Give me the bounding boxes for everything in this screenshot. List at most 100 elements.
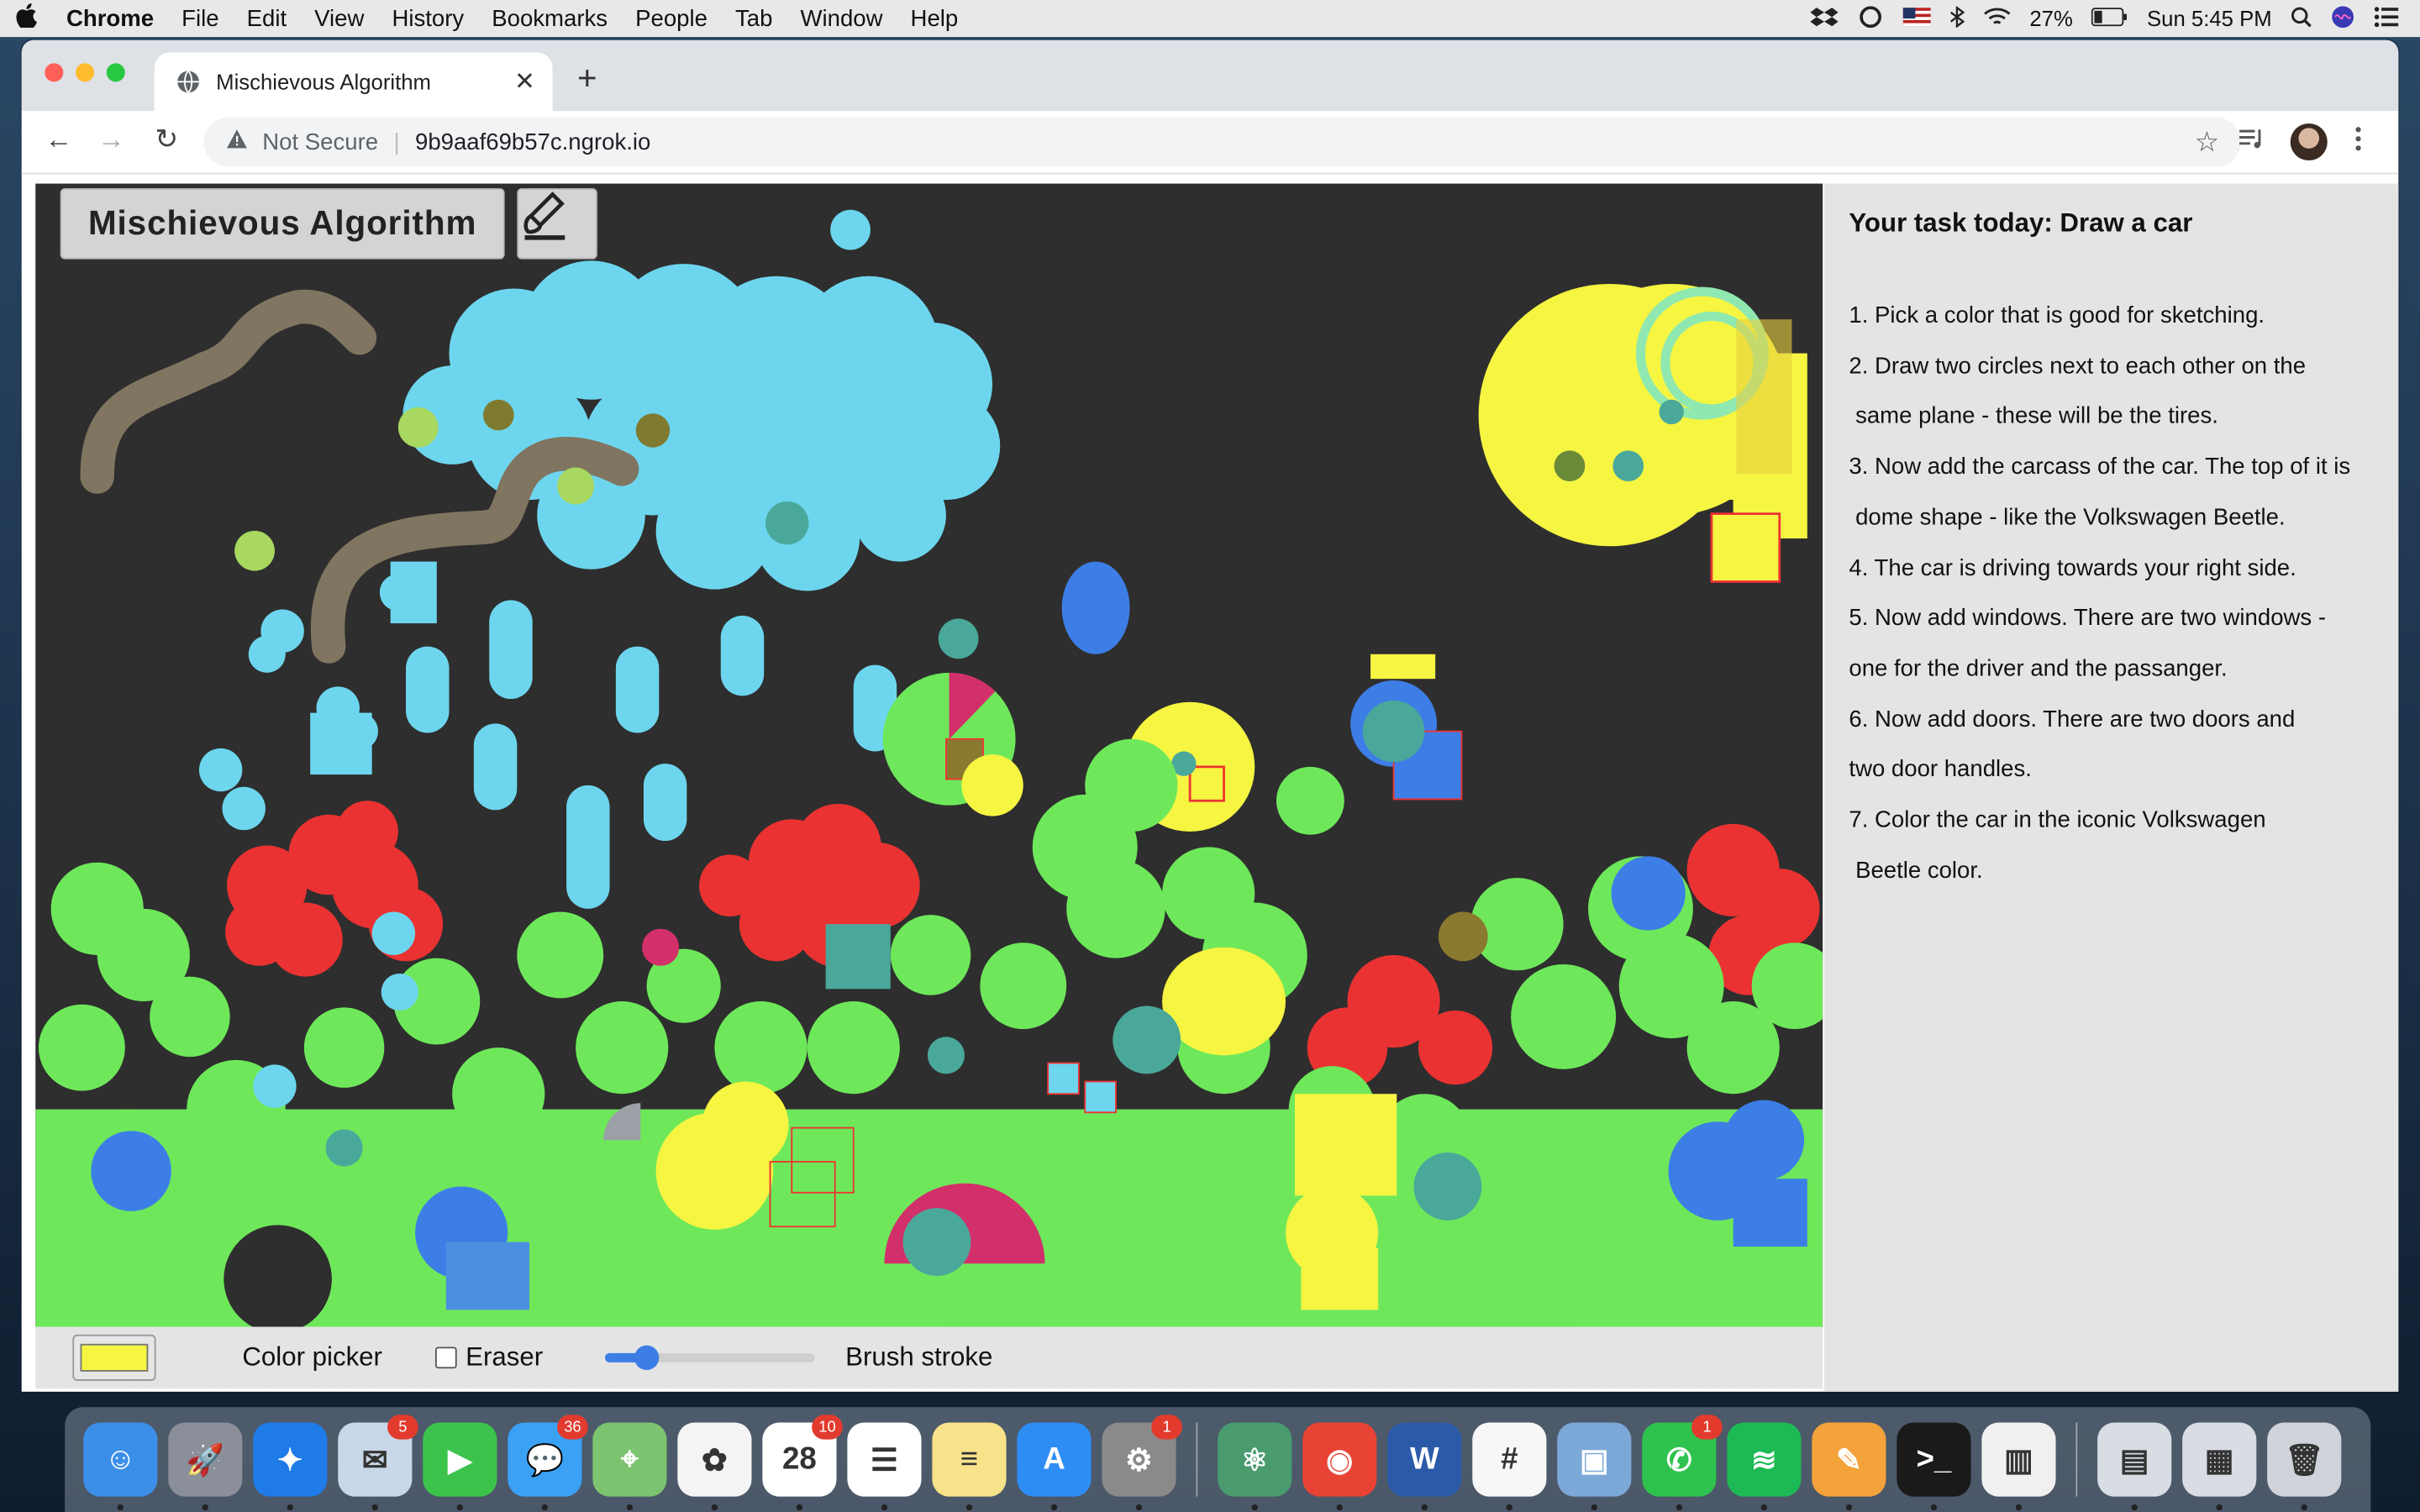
- mail-icon[interactable]: ✉ 5: [338, 1415, 418, 1511]
- siri-icon[interactable]: [2330, 4, 2354, 34]
- brush-tool-button[interactable]: [517, 188, 597, 260]
- wifi-icon[interactable]: [1983, 5, 2011, 31]
- dropbox-icon[interactable]: [1810, 5, 1839, 31]
- notification-badge: 1: [1151, 1415, 1182, 1440]
- running-indicator: [2216, 1504, 2223, 1511]
- menu-help[interactable]: Help: [897, 5, 972, 31]
- forward-arrow-icon[interactable]: →: [92, 123, 129, 156]
- more-menu-icon[interactable]: [2355, 127, 2361, 160]
- numbers-icon[interactable]: ▥: [1981, 1422, 2056, 1511]
- task-step: same plane - these will be the tires.: [1849, 403, 2218, 430]
- notification-badge: 1: [1691, 1415, 1723, 1440]
- creative-cloud-icon[interactable]: [1857, 5, 1885, 31]
- whatsapp-glyph: ✆: [1665, 1443, 1692, 1478]
- apple-menu-icon[interactable]: [0, 3, 52, 35]
- calendar-icon[interactable]: 28 10: [762, 1415, 843, 1511]
- preview-icon[interactable]: ▣: [1557, 1422, 1632, 1511]
- slack-glyph: #: [1501, 1441, 1518, 1476]
- bookmark-star-icon[interactable]: ☆: [2195, 126, 2220, 159]
- task-step: Beetle color.: [1849, 857, 1983, 884]
- system-preferences-icon[interactable]: ⚙ 1: [1102, 1415, 1182, 1511]
- menubar-clock[interactable]: Sun 5:45 PM: [2147, 6, 2272, 30]
- media-queue-icon[interactable]: [2238, 127, 2265, 160]
- close-tab-icon[interactable]: ✕: [509, 66, 540, 97]
- documents-folder-glyph: ▤: [2119, 1443, 2149, 1478]
- running-indicator: [1676, 1504, 1683, 1511]
- preview-glyph: ▣: [1579, 1443, 1609, 1478]
- running-indicator: [1930, 1504, 1938, 1511]
- messages-icon[interactable]: 💬 36: [508, 1415, 588, 1511]
- window-minimize-button[interactable]: [76, 63, 95, 82]
- new-tab-icon[interactable]: +: [577, 59, 597, 99]
- eraser-toggle[interactable]: Eraser: [434, 1342, 543, 1373]
- not-secure-label[interactable]: Not Secure: [262, 129, 378, 155]
- facetime-icon[interactable]: ▶: [423, 1422, 497, 1511]
- bluetooth-icon[interactable]: [1949, 4, 1965, 31]
- finder-icon[interactable]: ☺: [83, 1422, 158, 1511]
- menu-file[interactable]: File: [168, 5, 233, 31]
- menu-app-name[interactable]: Chrome: [52, 5, 167, 31]
- tab-title: Mischievous Algorithm: [216, 69, 431, 95]
- address-bar[interactable]: Not Secure | 9b9aaf69b57c.ngrok.io ☆: [203, 117, 2241, 167]
- launchpad-icon[interactable]: 🚀: [168, 1422, 243, 1511]
- slider-knob[interactable]: [634, 1345, 660, 1371]
- reminders-icon[interactable]: ☰: [847, 1422, 922, 1511]
- macos-menu-bar: Chrome File Edit View History Bookmarks …: [0, 0, 2420, 38]
- atom-icon[interactable]: ⚛: [1218, 1422, 1292, 1511]
- url-text[interactable]: 9b9aaf69b57c.ngrok.io: [415, 129, 650, 155]
- documents-folder-icon[interactable]: ▤: [2097, 1422, 2172, 1511]
- color-picker-label: Color picker: [242, 1341, 382, 1372]
- chrome-icon[interactable]: ◉: [1302, 1422, 1377, 1511]
- macos-dock: ☺ 🚀 ✦ ✉ 5 ▶ 💬 36 ⌖ ✿ 28 10 ☰ ≡ A ⚙ 1 ⚛ ◉ W # ▣ ✆ 1 ≋ ✎ >_ ▥ ▤ ▦ 🗑: [65, 1407, 2371, 1512]
- reminders-glyph: ☰: [870, 1443, 898, 1478]
- task-step: one for the driver and the passanger.: [1849, 655, 2228, 682]
- calendar-glyph: 28: [781, 1441, 817, 1476]
- menu-bookmarks[interactable]: Bookmarks: [478, 5, 622, 31]
- profile-avatar[interactable]: [2290, 123, 2328, 161]
- eraser-checkbox[interactable]: [434, 1347, 457, 1369]
- maps-icon[interactable]: ⌖: [592, 1422, 667, 1511]
- finder-glyph: ☺: [104, 1441, 137, 1476]
- word-icon[interactable]: W: [1387, 1422, 1462, 1511]
- photos-icon[interactable]: ✿: [677, 1422, 752, 1511]
- color-picker-swatch[interactable]: [72, 1334, 156, 1381]
- menu-people[interactable]: People: [622, 5, 722, 31]
- battery-percentage[interactable]: 27%: [2029, 6, 2072, 30]
- tab-mischievous-algorithm[interactable]: Mischievous Algorithm ✕: [154, 52, 553, 112]
- safari-icon[interactable]: ✦: [253, 1422, 328, 1511]
- spotlight-search-icon[interactable]: [2291, 5, 2312, 31]
- trash-icon[interactable]: 🗑: [2267, 1422, 2342, 1511]
- terminal-icon[interactable]: >_: [1897, 1422, 1971, 1511]
- menu-history[interactable]: History: [378, 5, 478, 31]
- atom-glyph: ⚛: [1240, 1443, 1269, 1478]
- menu-tab[interactable]: Tab: [721, 5, 786, 31]
- window-close-button[interactable]: [45, 63, 64, 82]
- drawing-canvas[interactable]: Mischievous Algorithm: [35, 183, 1823, 1327]
- dock-separator: [1196, 1422, 1198, 1497]
- canvas-drawing: [35, 209, 1823, 1327]
- notes-icon[interactable]: ≡: [932, 1422, 1007, 1511]
- notification-center-icon[interactable]: [2374, 5, 2399, 31]
- reload-icon[interactable]: ↻: [148, 123, 185, 156]
- spotify-glyph: ≋: [1750, 1443, 1777, 1478]
- app-logo: Mischievous Algorithm: [60, 188, 505, 260]
- whatsapp-icon[interactable]: ✆ 1: [1642, 1415, 1723, 1511]
- menu-window[interactable]: Window: [786, 5, 897, 31]
- menu-edit[interactable]: Edit: [233, 5, 301, 31]
- photos-glyph: ✿: [701, 1443, 728, 1478]
- spotify-icon[interactable]: ≋: [1727, 1422, 1802, 1511]
- brush-size-slider[interactable]: [604, 1345, 815, 1371]
- back-arrow-icon[interactable]: ←: [40, 123, 77, 156]
- tab-strip: Mischievous Algorithm ✕ +: [21, 39, 2399, 112]
- input-source-flag-icon[interactable]: [1902, 6, 1931, 30]
- browser-toolbar: ← → ↻ Not Secure | 9b9aaf69b57c.ngrok.io…: [21, 111, 2399, 175]
- pages-icon[interactable]: ✎: [1812, 1422, 1886, 1511]
- battery-icon[interactable]: [2091, 6, 2128, 30]
- running-indicator: [1050, 1504, 1058, 1511]
- menu-view[interactable]: View: [301, 5, 378, 31]
- running-indicator: [1845, 1504, 1853, 1511]
- slack-icon[interactable]: #: [1472, 1422, 1547, 1511]
- app-store-icon[interactable]: A: [1017, 1422, 1092, 1511]
- window-zoom-button[interactable]: [106, 63, 125, 82]
- downloads-folder-icon[interactable]: ▦: [2182, 1422, 2257, 1511]
